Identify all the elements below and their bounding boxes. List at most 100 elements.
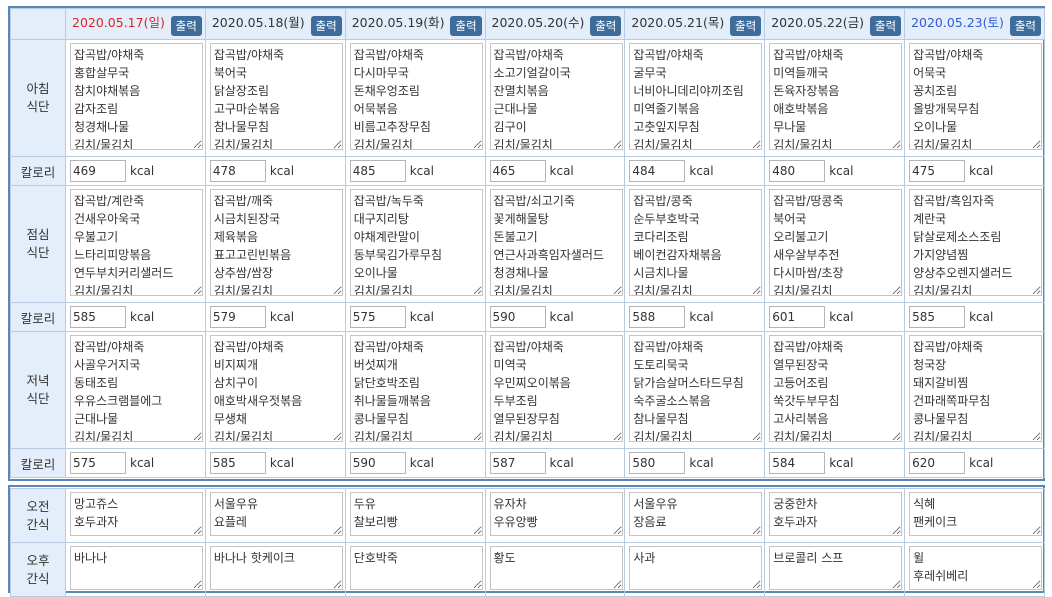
lunch_kcal-input[interactable] bbox=[629, 306, 686, 328]
calorie-cell: kcal bbox=[764, 302, 906, 332]
weekly-menu-table: 2020.05.17(일) 출력 2020.05.18(월) 출력 2020.05.19… bbox=[10, 8, 1045, 478]
pm_snack-textarea[interactable] bbox=[489, 546, 623, 590]
dinner_kcal-input[interactable] bbox=[769, 452, 826, 474]
am_snack-textarea[interactable] bbox=[769, 492, 903, 536]
breakfast_kcal-input[interactable] bbox=[70, 160, 126, 182]
pm_snack-cell bbox=[484, 542, 626, 597]
breakfast_kcal-input[interactable] bbox=[909, 160, 966, 182]
dinner-cell bbox=[764, 331, 906, 449]
breakfast_kcal-input[interactable] bbox=[209, 160, 266, 182]
breakfast-cell bbox=[484, 39, 626, 157]
dinner-textarea[interactable] bbox=[629, 335, 763, 442]
lunch_kcal-input[interactable] bbox=[349, 306, 406, 328]
dinner_kcal-input[interactable] bbox=[629, 452, 686, 474]
dinner_kcal-input[interactable] bbox=[909, 452, 966, 474]
am_snack-cell bbox=[624, 488, 766, 543]
breakfast-textarea[interactable] bbox=[70, 43, 203, 150]
breakfast-textarea[interactable] bbox=[769, 43, 903, 150]
lunch-textarea[interactable] bbox=[70, 189, 203, 296]
am_snack-cell bbox=[764, 488, 906, 543]
lunch-textarea[interactable] bbox=[629, 189, 763, 296]
day-header: 2020.05.21(목) 출력 bbox=[624, 8, 766, 40]
lunch-textarea[interactable] bbox=[209, 189, 343, 296]
breakfast-textarea[interactable] bbox=[209, 43, 343, 150]
lunch_kcal-input[interactable] bbox=[909, 306, 966, 328]
dinner_kcal-input[interactable] bbox=[70, 452, 126, 474]
dinner-textarea[interactable] bbox=[349, 335, 483, 442]
lunch-cell bbox=[624, 185, 766, 303]
pm_snack-textarea[interactable] bbox=[209, 546, 343, 590]
print-button[interactable]: 출력 bbox=[450, 16, 482, 36]
kcal-unit: kcal bbox=[549, 164, 574, 178]
print-button[interactable]: 출력 bbox=[310, 16, 342, 36]
print-button[interactable]: 출력 bbox=[730, 16, 762, 36]
print-button[interactable]: 출력 bbox=[170, 16, 202, 36]
am_snack-cell bbox=[344, 488, 486, 543]
date-label: 2020.05.18(월) bbox=[211, 15, 305, 30]
dinner_kcal-input[interactable] bbox=[349, 452, 406, 474]
dinner-label-line2: 식단 bbox=[26, 391, 50, 406]
calorie-cell: kcal bbox=[904, 302, 1045, 332]
breakfast-row-label: 아침 식단 bbox=[10, 39, 66, 157]
breakfast-cell bbox=[204, 39, 346, 157]
lunch-textarea[interactable] bbox=[349, 189, 483, 296]
am_snack-textarea[interactable] bbox=[629, 492, 763, 536]
day-header: 2020.05.18(월) 출력 bbox=[204, 8, 346, 40]
kcal-unit: kcal bbox=[969, 310, 994, 324]
am_snack-textarea[interactable] bbox=[909, 492, 1043, 536]
dinner_kcal-input[interactable] bbox=[489, 452, 546, 474]
calorie-cell: kcal bbox=[204, 448, 346, 478]
pm_snack-textarea[interactable] bbox=[70, 546, 203, 590]
pm_snack-textarea[interactable] bbox=[909, 546, 1043, 590]
print-button[interactable]: 출력 bbox=[1009, 16, 1041, 36]
pm_snack-cell bbox=[764, 542, 906, 597]
pm_snack-textarea[interactable] bbox=[629, 546, 763, 590]
breakfast_kcal-input[interactable] bbox=[769, 160, 826, 182]
breakfast-textarea[interactable] bbox=[489, 43, 623, 150]
dinner_kcal-input[interactable] bbox=[209, 452, 266, 474]
breakfast-textarea[interactable] bbox=[909, 43, 1043, 150]
pm_snack-textarea[interactable] bbox=[769, 546, 903, 590]
lunch_kcal-input[interactable] bbox=[489, 306, 546, 328]
dinner-textarea[interactable] bbox=[489, 335, 623, 442]
lunch_kcal-input[interactable] bbox=[769, 306, 826, 328]
print-button[interactable]: 출력 bbox=[869, 16, 902, 36]
breakfast_kcal-input[interactable] bbox=[629, 160, 686, 182]
dinner-textarea[interactable] bbox=[769, 335, 903, 442]
dinner-cell bbox=[65, 331, 206, 449]
lunch_kcal-input[interactable] bbox=[209, 306, 266, 328]
dinner-cell bbox=[904, 331, 1045, 449]
kcal-unit: kcal bbox=[130, 310, 155, 324]
pm_snack-textarea[interactable] bbox=[349, 546, 483, 590]
am_snack-textarea[interactable] bbox=[209, 492, 343, 536]
dinner-textarea[interactable] bbox=[909, 335, 1043, 442]
print-button[interactable]: 출력 bbox=[590, 16, 622, 36]
kcal-unit: kcal bbox=[130, 164, 155, 178]
am_snack-textarea[interactable] bbox=[489, 492, 623, 536]
kcal-unit: kcal bbox=[409, 456, 434, 470]
lunch-textarea[interactable] bbox=[769, 189, 903, 296]
am_snack-textarea[interactable] bbox=[349, 492, 483, 536]
breakfast_kcal-input[interactable] bbox=[349, 160, 406, 182]
dinner-textarea[interactable] bbox=[209, 335, 343, 442]
calorie-cell: kcal bbox=[344, 302, 486, 332]
calorie-cell: kcal bbox=[65, 302, 206, 332]
am_snack-textarea[interactable] bbox=[70, 492, 203, 536]
lunch-textarea[interactable] bbox=[489, 189, 623, 296]
snack-table: 오전간식오후간식 bbox=[10, 488, 1045, 597]
calorie-cell: kcal bbox=[204, 156, 346, 186]
breakfast_kcal-input[interactable] bbox=[489, 160, 546, 182]
breakfast-textarea[interactable] bbox=[629, 43, 763, 150]
lunch_kcal-input[interactable] bbox=[70, 306, 126, 328]
calorie-row-label: 칼로리 bbox=[10, 302, 66, 332]
pm_snack-cell bbox=[904, 542, 1045, 597]
kcal-unit: kcal bbox=[549, 456, 574, 470]
date-label: 2020.05.19(화) bbox=[351, 15, 445, 30]
dinner-cell bbox=[624, 331, 766, 449]
am_snack-row-label: 오전 간식 bbox=[10, 488, 66, 543]
lunch-textarea[interactable] bbox=[909, 189, 1043, 296]
kcal-unit: kcal bbox=[130, 456, 155, 470]
breakfast-textarea[interactable] bbox=[349, 43, 483, 150]
dinner-textarea[interactable] bbox=[70, 335, 203, 442]
lunch-label-line1: 점심 bbox=[26, 227, 50, 242]
